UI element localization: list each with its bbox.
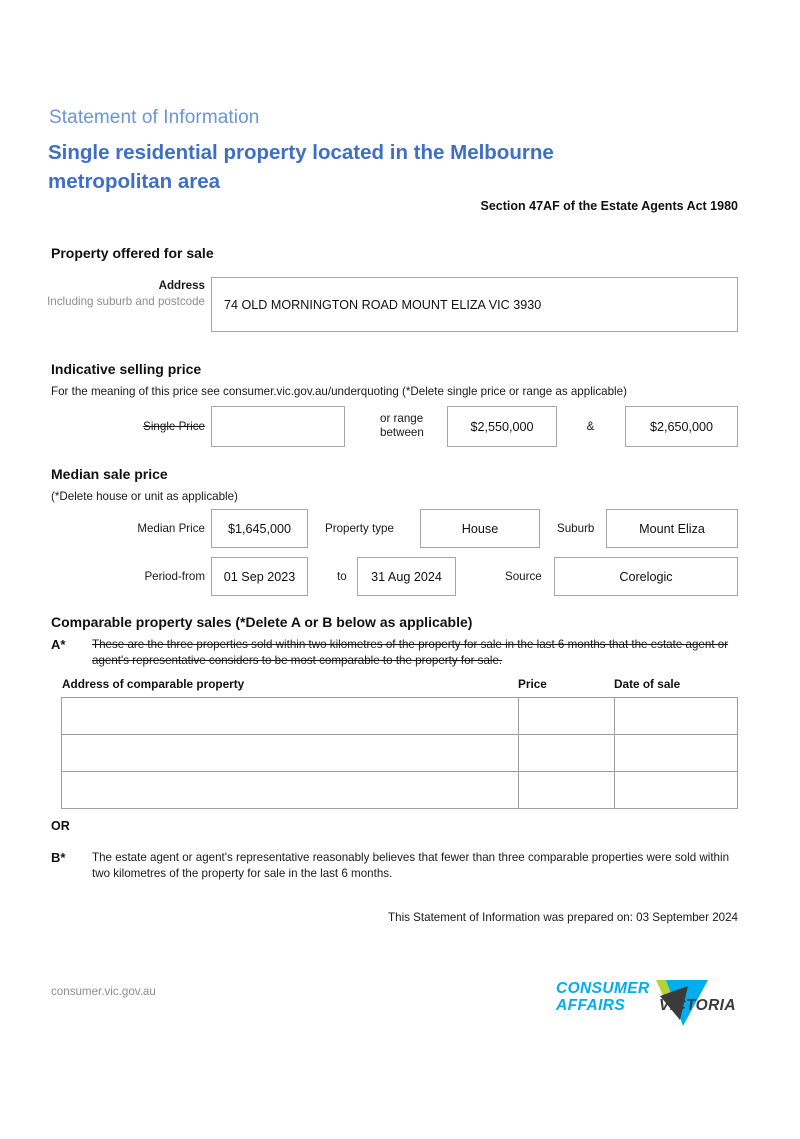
cell-price[interactable] [518, 734, 616, 772]
median-price-value: $1,645,000 [227, 521, 292, 536]
table-row[interactable] [60, 771, 738, 809]
range-ampersand: & [586, 420, 595, 433]
range-high-value: $2,650,000 [649, 419, 714, 434]
source-label: Source [505, 570, 542, 583]
or-range-label-line1: or range [380, 412, 424, 425]
cell-address[interactable] [60, 697, 520, 735]
suburb-label: Suburb [557, 522, 595, 535]
column-header-price: Price [518, 677, 547, 691]
period-from-field[interactable]: 01 Sep 2023 [211, 557, 308, 596]
single-price-label: Single Price [143, 420, 205, 433]
footer-url: consumer.vic.gov.au [51, 985, 156, 998]
logo-wordmark: CONSUMER AFFAIRS [556, 980, 650, 1014]
document-subtitle: Statement of Information [49, 107, 260, 128]
logo-line-2: AFFAIRS [556, 997, 626, 1014]
logo-word-victoria: VICTORIA [659, 997, 736, 1014]
median-price-note: (*Delete house or unit as applicable) [51, 490, 238, 503]
option-b-text: The estate agent or agent's representati… [92, 851, 730, 880]
column-header-date: Date of sale [614, 677, 681, 691]
prepared-on-text: This Statement of Information was prepar… [388, 911, 738, 924]
cell-date[interactable] [614, 697, 738, 735]
property-offered-heading: Property offered for sale [51, 245, 214, 261]
range-high-field[interactable]: $2,650,000 [625, 406, 738, 447]
comparable-sales-heading: Comparable property sales (*Delete A or … [51, 614, 473, 630]
source-value: Corelogic [619, 569, 673, 584]
address-value: 74 OLD MORNINGTON ROAD MOUNT ELIZA VIC 3… [224, 297, 542, 312]
median-price-label: Median Price [137, 522, 205, 535]
range-low-field[interactable]: $2,550,000 [447, 406, 557, 447]
or-range-label-line2: between [380, 426, 424, 439]
suburb-field[interactable]: Mount Eliza [606, 509, 738, 548]
or-range-label: or range between [380, 412, 442, 440]
or-separator: OR [51, 819, 70, 833]
cell-date[interactable] [614, 771, 738, 809]
period-to-field[interactable]: 31 Aug 2024 [357, 557, 456, 596]
address-field[interactable]: 74 OLD MORNINGTON ROAD MOUNT ELIZA VIC 3… [211, 277, 738, 332]
document-page: Statement of Information Single resident… [0, 0, 800, 1139]
period-from-label: Period-from [144, 570, 205, 583]
cell-price[interactable] [518, 771, 616, 809]
median-price-heading: Median sale price [51, 466, 168, 482]
section-reference: Section 47AF of the Estate Agents Act 19… [480, 199, 738, 213]
cell-date[interactable] [614, 734, 738, 772]
suburb-value: Mount Eliza [639, 521, 705, 536]
period-from-value: 01 Sep 2023 [223, 569, 296, 584]
table-row[interactable] [60, 734, 738, 772]
consumer-affairs-victoria-logo: CONSUMER AFFAIRS VICTORIA [556, 977, 742, 1029]
indicative-price-heading: Indicative selling price [51, 361, 202, 377]
option-b-marker: B* [51, 850, 66, 865]
single-price-field[interactable] [211, 406, 345, 447]
option-a-marker: A* [51, 637, 66, 652]
property-type-label: Property type [325, 522, 394, 535]
cell-address[interactable] [60, 771, 520, 809]
column-header-address: Address of comparable property [62, 677, 245, 691]
table-row[interactable] [60, 697, 738, 735]
property-type-value: House [461, 521, 499, 536]
property-type-field[interactable]: House [420, 509, 540, 548]
indicative-price-note: For the meaning of this price see consum… [51, 385, 627, 398]
address-label: Address [158, 279, 205, 292]
range-low-value: $2,550,000 [470, 419, 534, 434]
source-field[interactable]: Corelogic [554, 557, 738, 596]
period-to-value: 31 Aug 2024 [371, 569, 442, 584]
address-sublabel: Including suburb and postcode [47, 295, 205, 308]
cell-address[interactable] [60, 734, 520, 772]
option-a-text: These are the three properties sold with… [92, 638, 729, 667]
median-price-field[interactable]: $1,645,000 [211, 509, 308, 548]
cell-price[interactable] [518, 697, 616, 735]
page-title: Single residential property located in t… [48, 141, 554, 193]
comparable-sales-table [60, 697, 738, 809]
logo-line-1: CONSUMER [556, 980, 650, 997]
period-to-label: to [337, 570, 347, 583]
